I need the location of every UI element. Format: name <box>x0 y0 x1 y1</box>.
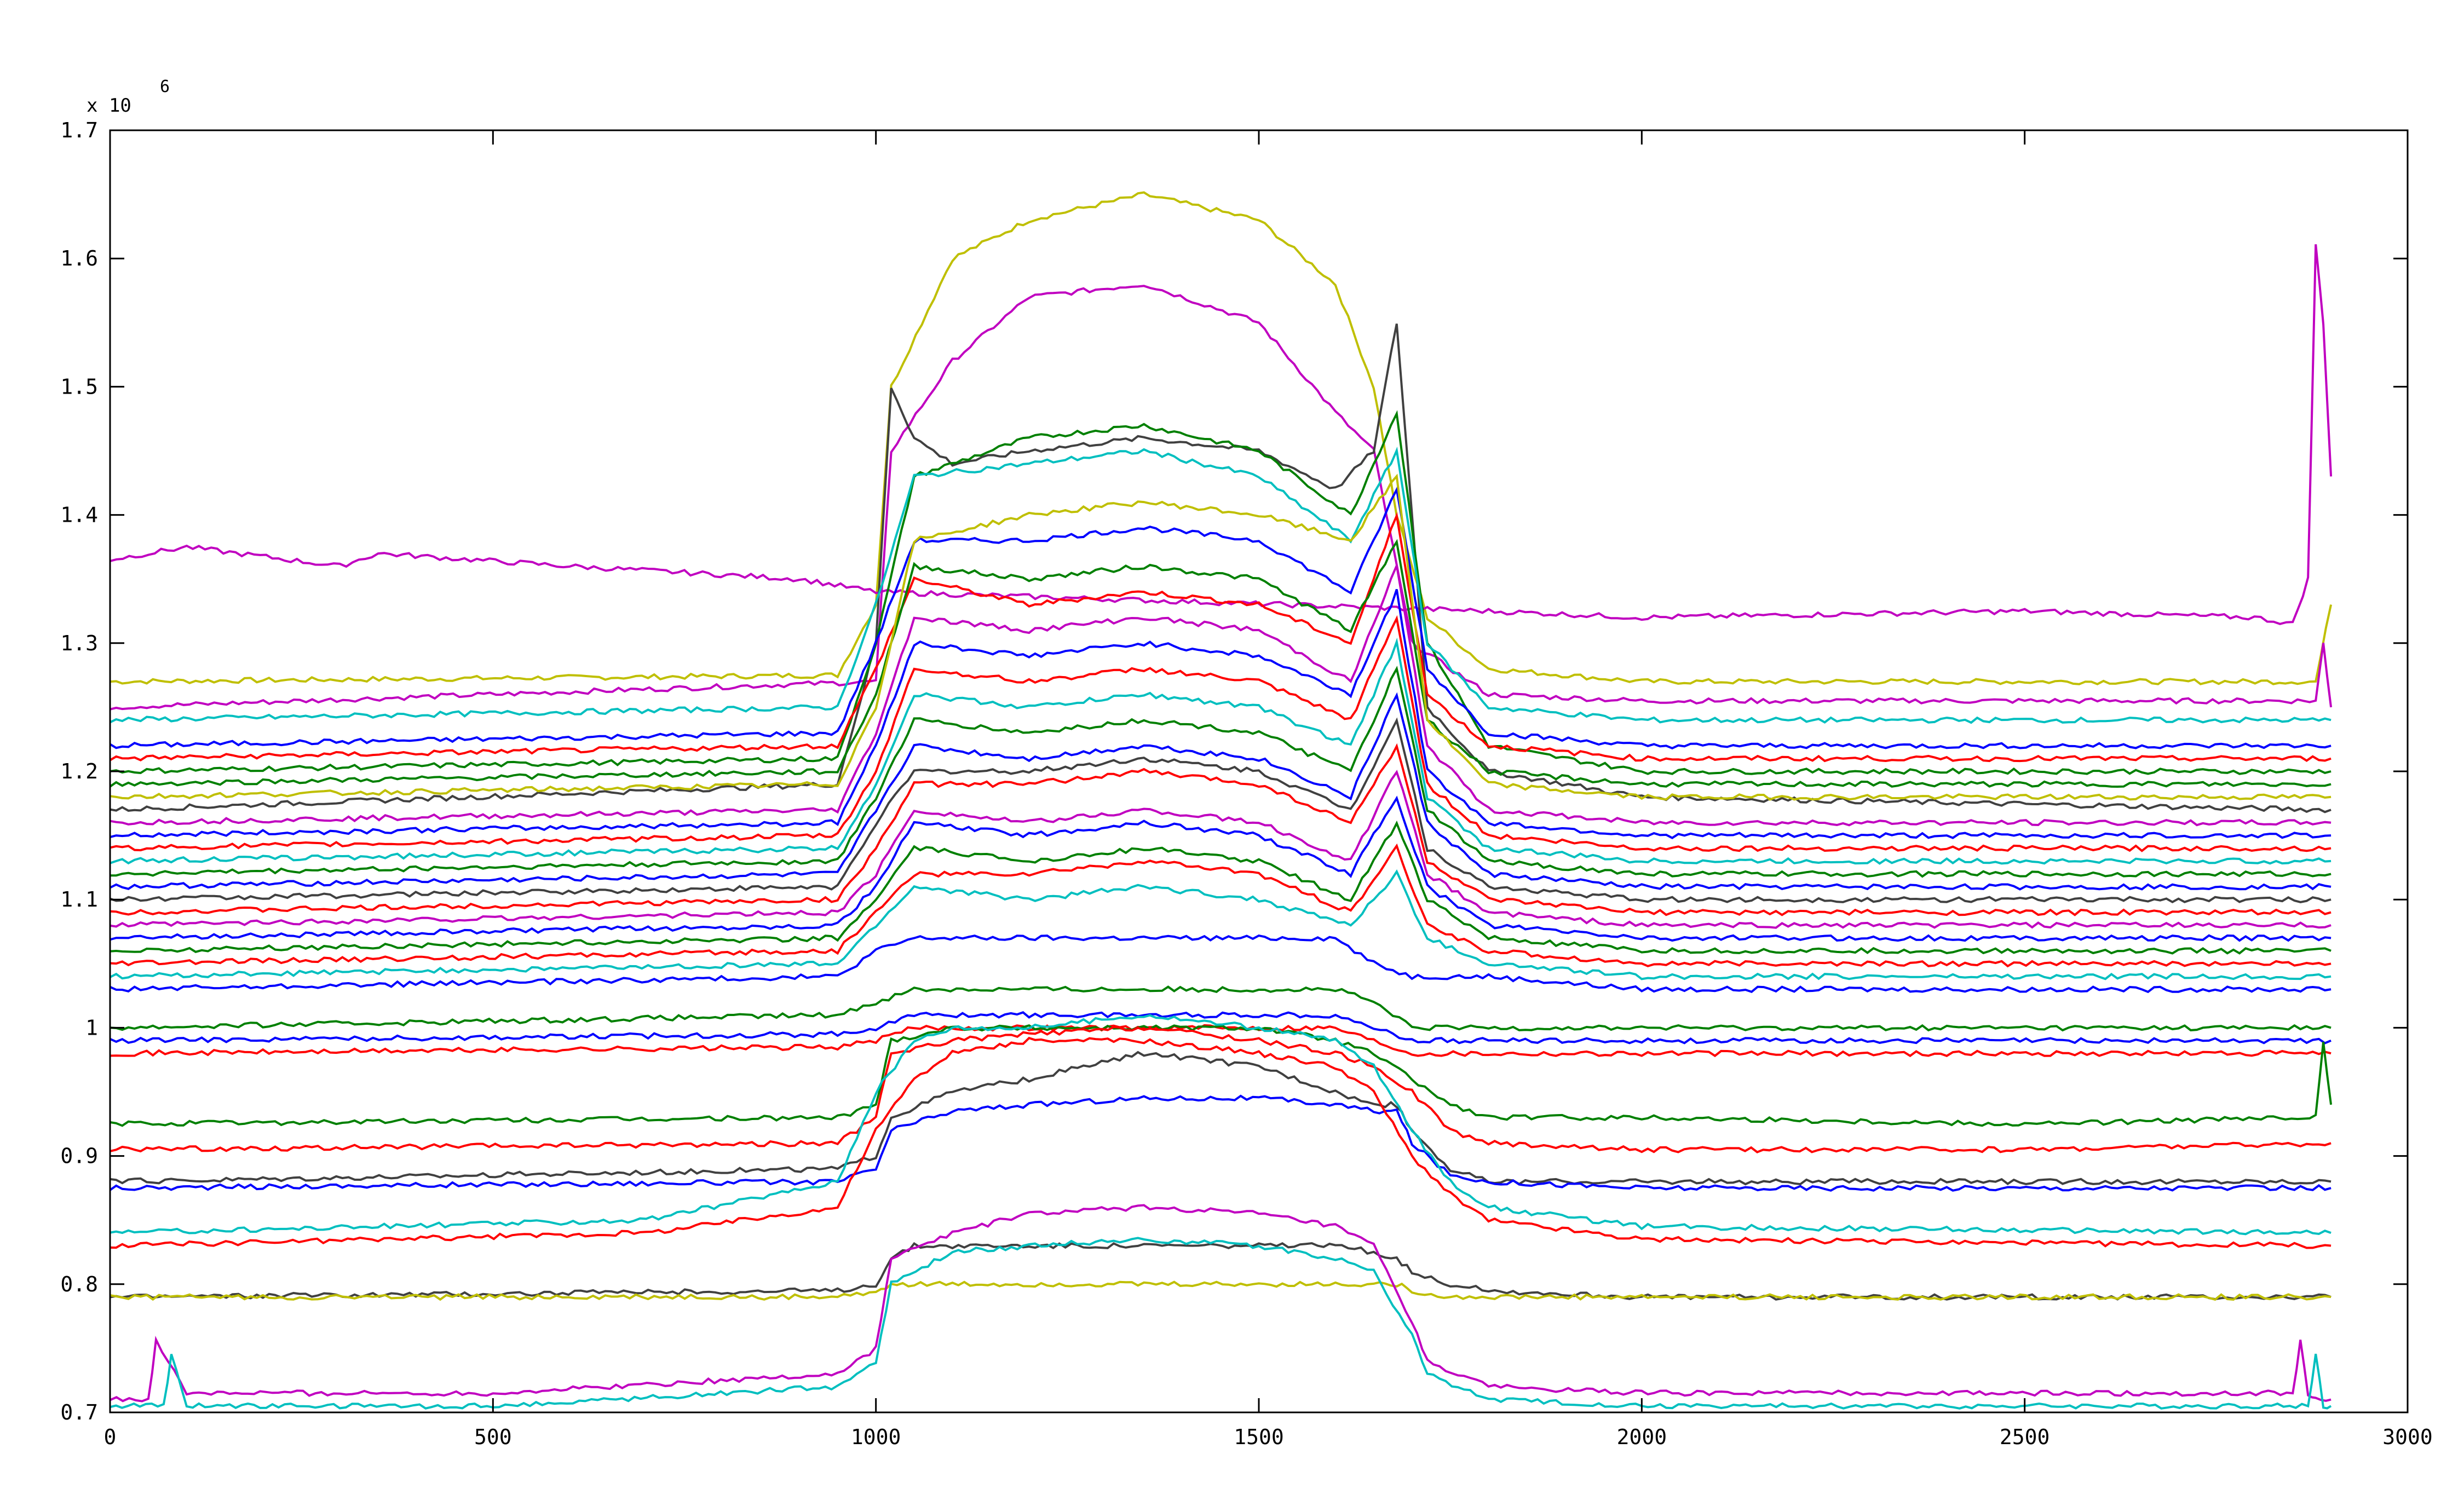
x-tick-label: 3000 <box>2382 1425 2433 1449</box>
y-axis-multiplier: x 10 <box>87 95 131 117</box>
x-tick-label: 0 <box>104 1425 117 1449</box>
x-tick-label: 1000 <box>851 1425 901 1449</box>
x-tick-label: 1500 <box>1234 1425 1284 1449</box>
y-tick-label: 0.8 <box>60 1272 98 1296</box>
y-tick-label: 1.7 <box>60 118 98 142</box>
y-tick-label: 0.7 <box>60 1400 98 1424</box>
y-tick-label: 1.3 <box>60 631 98 655</box>
x-tick-label: 500 <box>474 1425 512 1449</box>
y-tick-label: 1.4 <box>60 503 98 527</box>
x-tick-label: 2000 <box>1617 1425 1667 1449</box>
y-tick-label: 1.6 <box>60 246 98 270</box>
y-tick-label: 1.1 <box>60 887 98 911</box>
y-tick-label: 0.9 <box>60 1144 98 1168</box>
y-tick-label: 1.5 <box>60 374 98 399</box>
y-axis-multiplier-exponent: 6 <box>160 77 170 96</box>
y-tick-label: 1.2 <box>60 759 98 783</box>
figure-background <box>0 0 2464 1506</box>
line-chart: 0 500 1000 1500 2000 2500 3000 0.7 0.8 0.9 1 1.1 1.2… <box>0 0 2464 1506</box>
y-tick-label: 1 <box>85 1015 98 1040</box>
x-tick-label: 2500 <box>2000 1425 2050 1449</box>
